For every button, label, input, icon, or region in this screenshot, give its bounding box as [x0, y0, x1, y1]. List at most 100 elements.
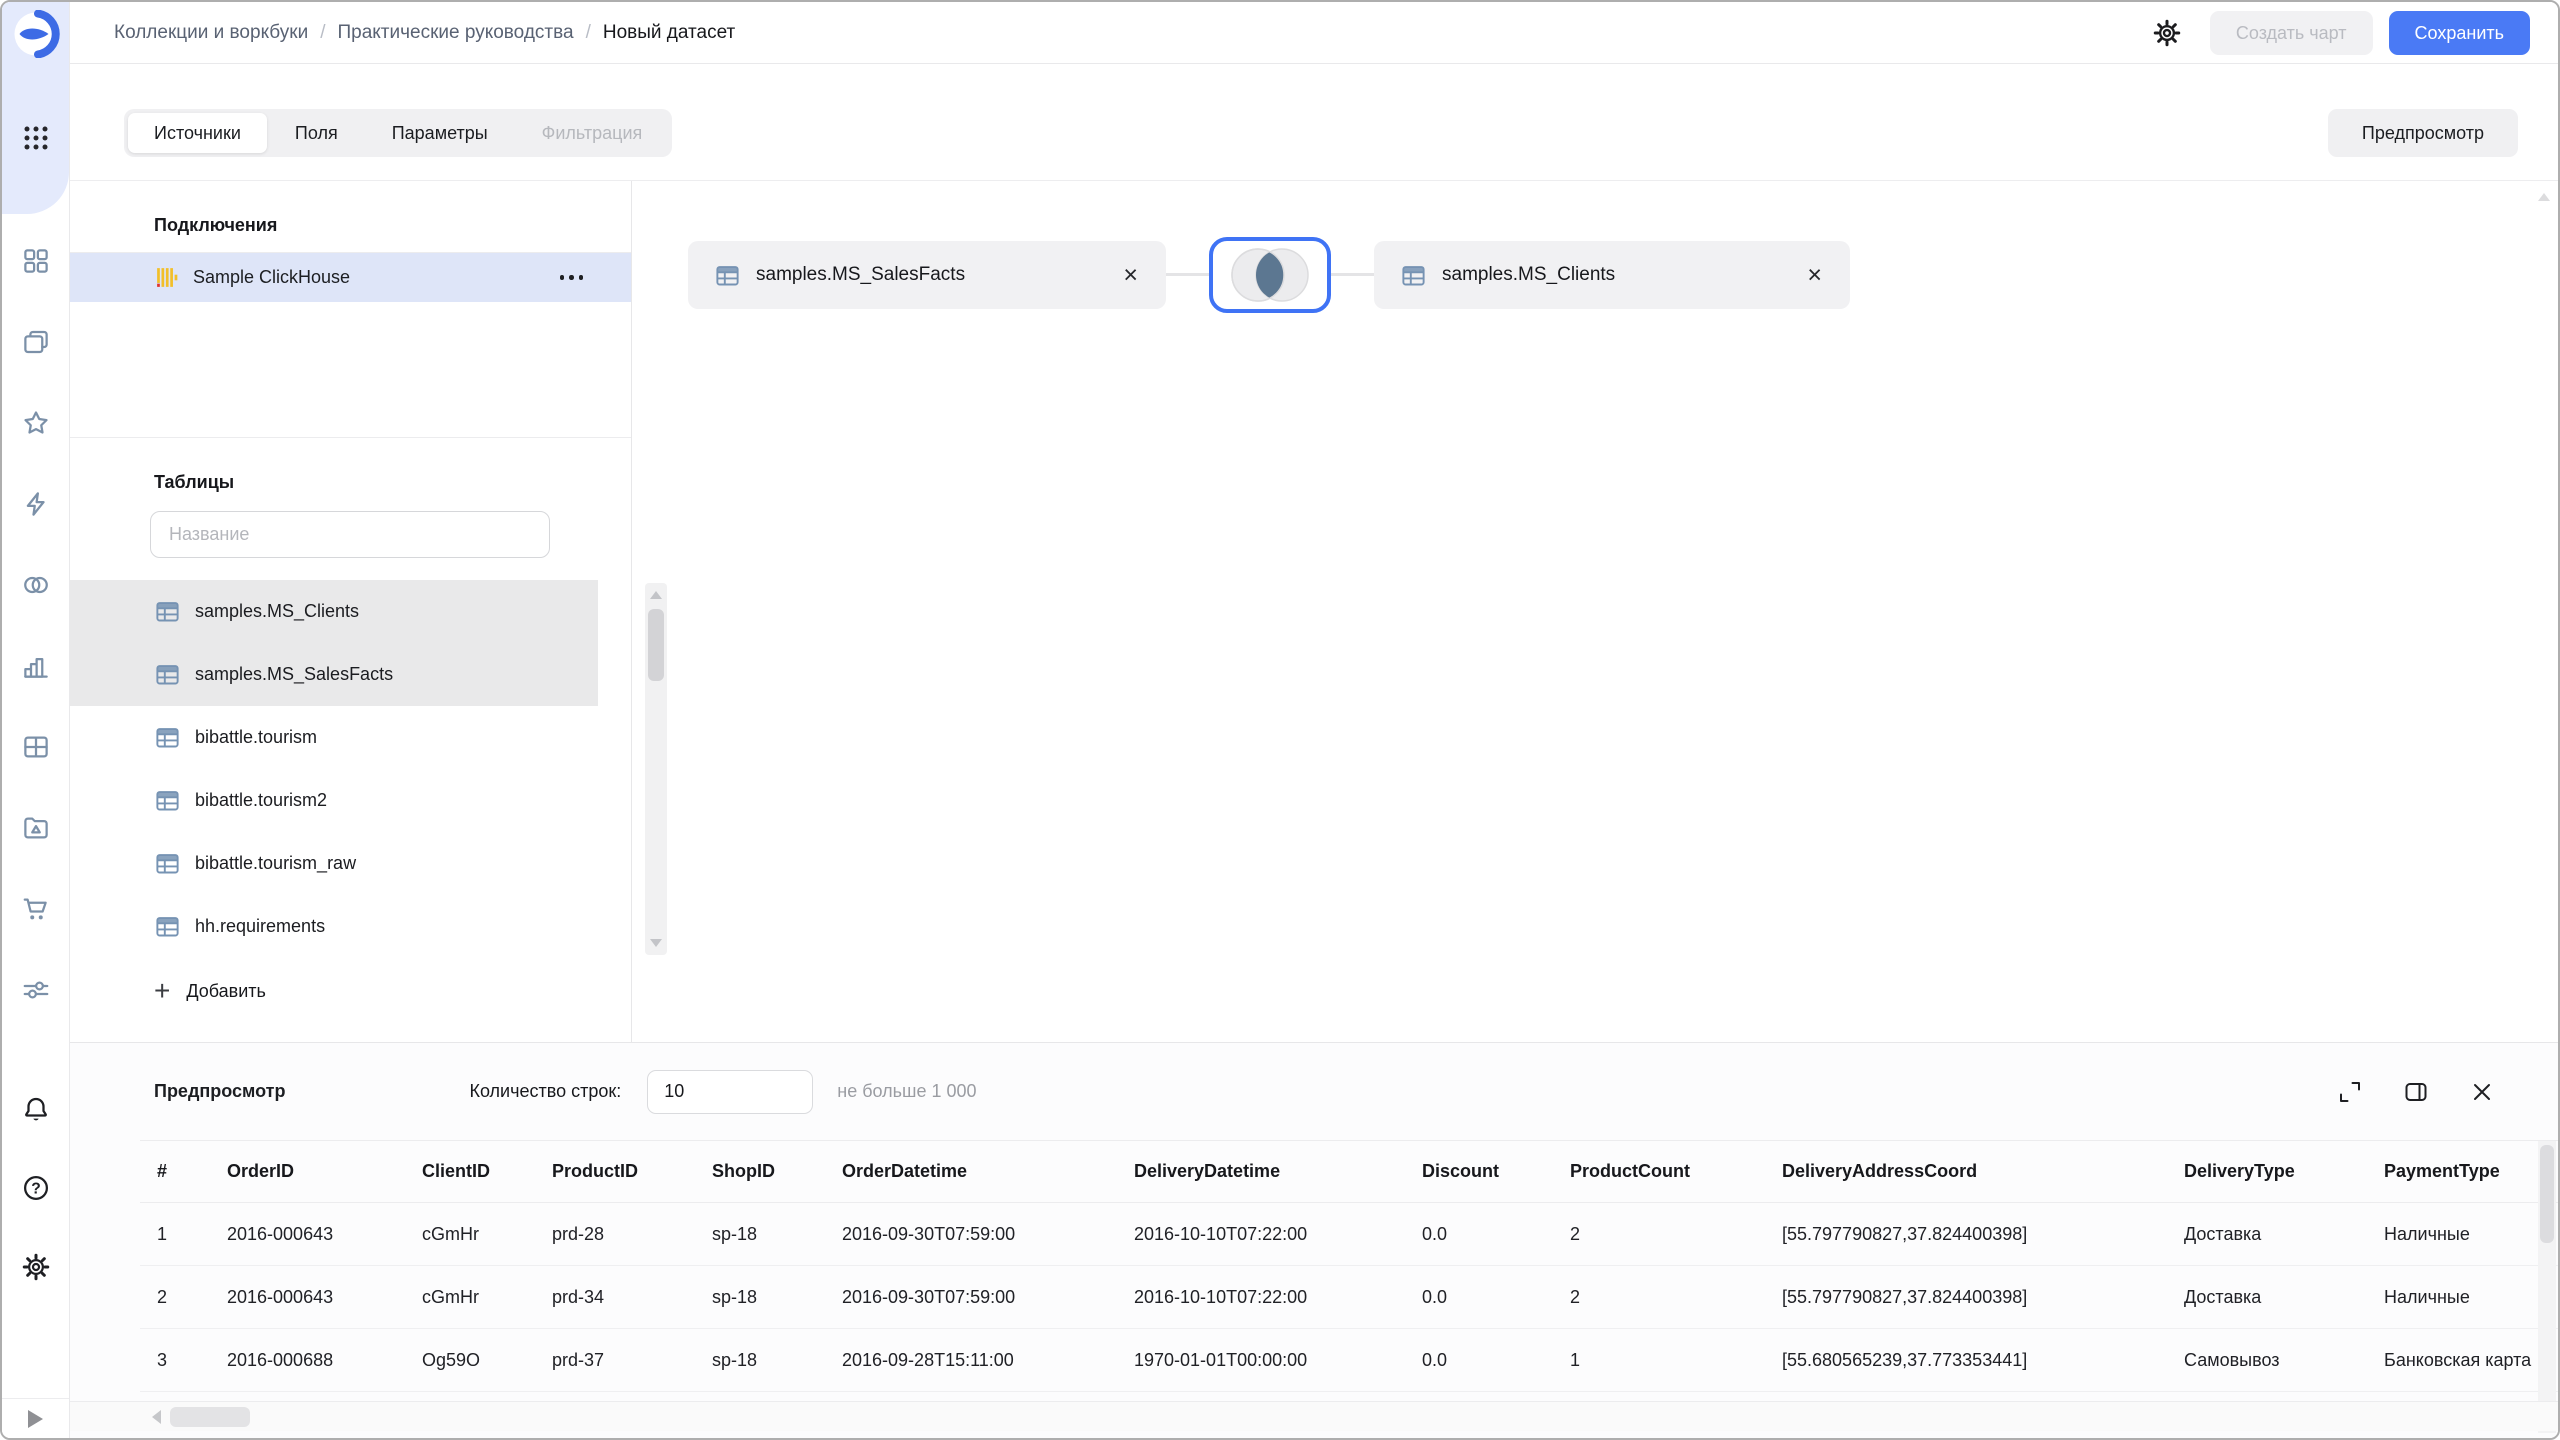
tab-Фильтрация[interactable]: Фильтрация	[516, 113, 669, 153]
datalens-logo[interactable]	[12, 10, 60, 58]
preview-horizontal-scrollbar[interactable]	[70, 1401, 2558, 1431]
preview-header: Предпросмотр Количество строк: не больше…	[70, 1043, 2558, 1140]
create-chart-button[interactable]: Создать чарт	[2209, 11, 2373, 55]
table-cell: 0.0	[1422, 1286, 1448, 1307]
tabs-bar: Источники Поля Параметры Фильтрация Предпро…	[70, 64, 2558, 180]
add-table-button[interactable]: + Добавить	[70, 958, 631, 1024]
column-header: Discount	[1422, 1161, 1500, 1181]
tab-Поля[interactable]: Поля	[269, 113, 364, 153]
table-row: 1 2016-000643 cGmHr prd-28 sp-18 2016-09-30T0…	[140, 1203, 2558, 1266]
table-cell: [55.680565239,37.773353441]	[1782, 1349, 2028, 1370]
column-header: OrderDatetime	[842, 1161, 968, 1181]
sidebar-footer	[2, 1398, 69, 1438]
scroll-left-icon[interactable]	[152, 1410, 161, 1424]
remove-source-icon[interactable]: ×	[1805, 262, 1824, 288]
app-window: ? Коллекции и воркбуки / Практические руко…	[0, 0, 2560, 1440]
table-cell: 1	[157, 1223, 168, 1244]
scrollbar-thumb[interactable]	[170, 1407, 250, 1427]
tables-list: samples.MS_Clients samples.MS_SalesFacts…	[70, 580, 667, 958]
row-count-label: Количество строк:	[469, 1081, 622, 1101]
table-cell: 0.0	[1422, 1349, 1448, 1370]
table-search-input[interactable]	[150, 511, 550, 558]
table-cell: 2016-10-10T07:22:00	[1134, 1286, 1308, 1307]
join-canvas: samples.MS_SalesFacts × samples.MS_Clien…	[633, 181, 2558, 1042]
charts-icon[interactable]	[21, 651, 51, 681]
remove-source-icon[interactable]: ×	[1121, 262, 1140, 288]
column-header: DeliveryDatetime	[1134, 1161, 1281, 1181]
sources-panel: Подключения Sample ClickHouse Таблицы На…	[70, 181, 667, 1042]
source-node-salesfacts[interactable]: samples.MS_SalesFacts ×	[688, 241, 1166, 309]
sidebar: ?	[2, 2, 70, 1438]
preview-toggle-button[interactable]: Предпросмотр	[2327, 109, 2518, 157]
tab-Источники[interactable]: Источники	[128, 113, 267, 153]
table-icon	[1402, 265, 1425, 285]
gallery-icon[interactable]	[21, 813, 51, 843]
tables-list-item[interactable]: samples.MS_SalesFacts	[70, 643, 598, 706]
expand-preview-icon[interactable]	[2336, 1078, 2364, 1106]
table-row: 2 2016-000643 cGmHr prd-34 sp-18 2016-09-30T0…	[140, 1266, 2558, 1329]
favorites-icon[interactable]	[21, 408, 51, 438]
breadcrumb-item[interactable]: Коллекции и воркбуки	[114, 22, 308, 44]
tables-list-item[interactable]: bibattle.tourism_raw	[70, 832, 598, 895]
table-icon	[156, 728, 179, 748]
table-name: hh.requirements	[195, 916, 326, 936]
tables-list-item[interactable]: bibattle.tourism	[70, 706, 598, 769]
scrollbar-thumb[interactable]	[648, 609, 664, 681]
table-name: bibattle.tourism_raw	[195, 853, 357, 873]
table-cell: 0.0	[1422, 1223, 1448, 1244]
scroll-down-icon[interactable]	[650, 939, 662, 947]
connection-menu-dots-icon[interactable]	[558, 269, 586, 286]
canvas-scroll-up-icon[interactable]	[2538, 193, 2550, 201]
close-preview-icon[interactable]	[2468, 1078, 2496, 1106]
dataset-settings-gear-icon[interactable]	[2150, 16, 2184, 50]
quick-actions-icon[interactable]	[21, 489, 51, 519]
table-name: samples.MS_Clients	[195, 601, 360, 621]
table-cell: sp-18	[712, 1349, 758, 1370]
settings-gear-icon[interactable]	[21, 1252, 51, 1282]
tables-list-scrollbar[interactable]	[645, 583, 667, 955]
table-cell: 2	[1570, 1223, 1581, 1244]
column-header: ProductCount	[1570, 1161, 1690, 1181]
table-cell: Доставка	[2184, 1286, 2262, 1307]
breadcrumb-item[interactable]: Практические руководства	[337, 22, 573, 44]
datasets-icon[interactable]	[21, 570, 51, 600]
tables-list-item[interactable]: bibattle.tourism2	[70, 769, 598, 832]
services-icon[interactable]	[21, 975, 51, 1005]
table-cell: sp-18	[712, 1223, 758, 1244]
sidebar-nav	[2, 246, 69, 1005]
breadcrumb-separator: /	[585, 22, 591, 43]
inner-join-venn-icon	[1231, 248, 1309, 302]
collections-icon[interactable]	[21, 246, 51, 276]
save-button[interactable]: Сохранить	[2388, 11, 2530, 55]
table-icon	[156, 791, 179, 811]
dashboards-icon[interactable]	[21, 732, 51, 762]
table-cell: [55.797790827,37.824400398]	[1782, 1223, 2028, 1244]
join-type-button[interactable]	[1209, 237, 1331, 313]
table-cell: 2016-09-28T15:11:00	[842, 1349, 1014, 1370]
workbooks-icon[interactable]	[21, 327, 51, 357]
row-count-input[interactable]	[647, 1069, 814, 1114]
marketplace-icon[interactable]	[21, 894, 51, 924]
clickhouse-icon	[157, 268, 178, 287]
help-icon[interactable]: ?	[21, 1173, 51, 1203]
preview-table-body: 1 2016-000643 cGmHr prd-28 sp-18 2016-09-30T0…	[140, 1203, 2558, 1392]
scroll-up-icon[interactable]	[650, 591, 662, 599]
plus-icon: +	[154, 975, 171, 1006]
connection-item[interactable]: Sample ClickHouse	[70, 253, 631, 302]
table-icon	[716, 265, 739, 285]
notifications-bell-icon[interactable]	[21, 1094, 51, 1124]
preview-vertical-scrollbar[interactable]	[2538, 1141, 2556, 1433]
tables-title: Таблицы	[154, 472, 235, 492]
tab-Параметры[interactable]: Параметры	[366, 113, 514, 153]
column-header: DeliveryAddressCoord	[1782, 1161, 1978, 1181]
apps-grid-icon[interactable]	[22, 124, 50, 152]
expand-sidebar-icon[interactable]	[28, 1409, 43, 1428]
scrollbar-thumb[interactable]	[2540, 1145, 2554, 1243]
tables-list-item[interactable]: hh.requirements	[70, 895, 598, 958]
preview-table-header: # OrderID ClientID ProductID ShopID OrderDate…	[140, 1141, 2558, 1203]
panel-layout-icon[interactable]	[2402, 1078, 2430, 1106]
table-name: bibattle.tourism	[195, 727, 318, 747]
source-node-clients[interactable]: samples.MS_Clients ×	[1374, 241, 1850, 309]
tables-list-item[interactable]: samples.MS_Clients	[70, 580, 598, 643]
table-cell: Og59O	[422, 1349, 481, 1370]
